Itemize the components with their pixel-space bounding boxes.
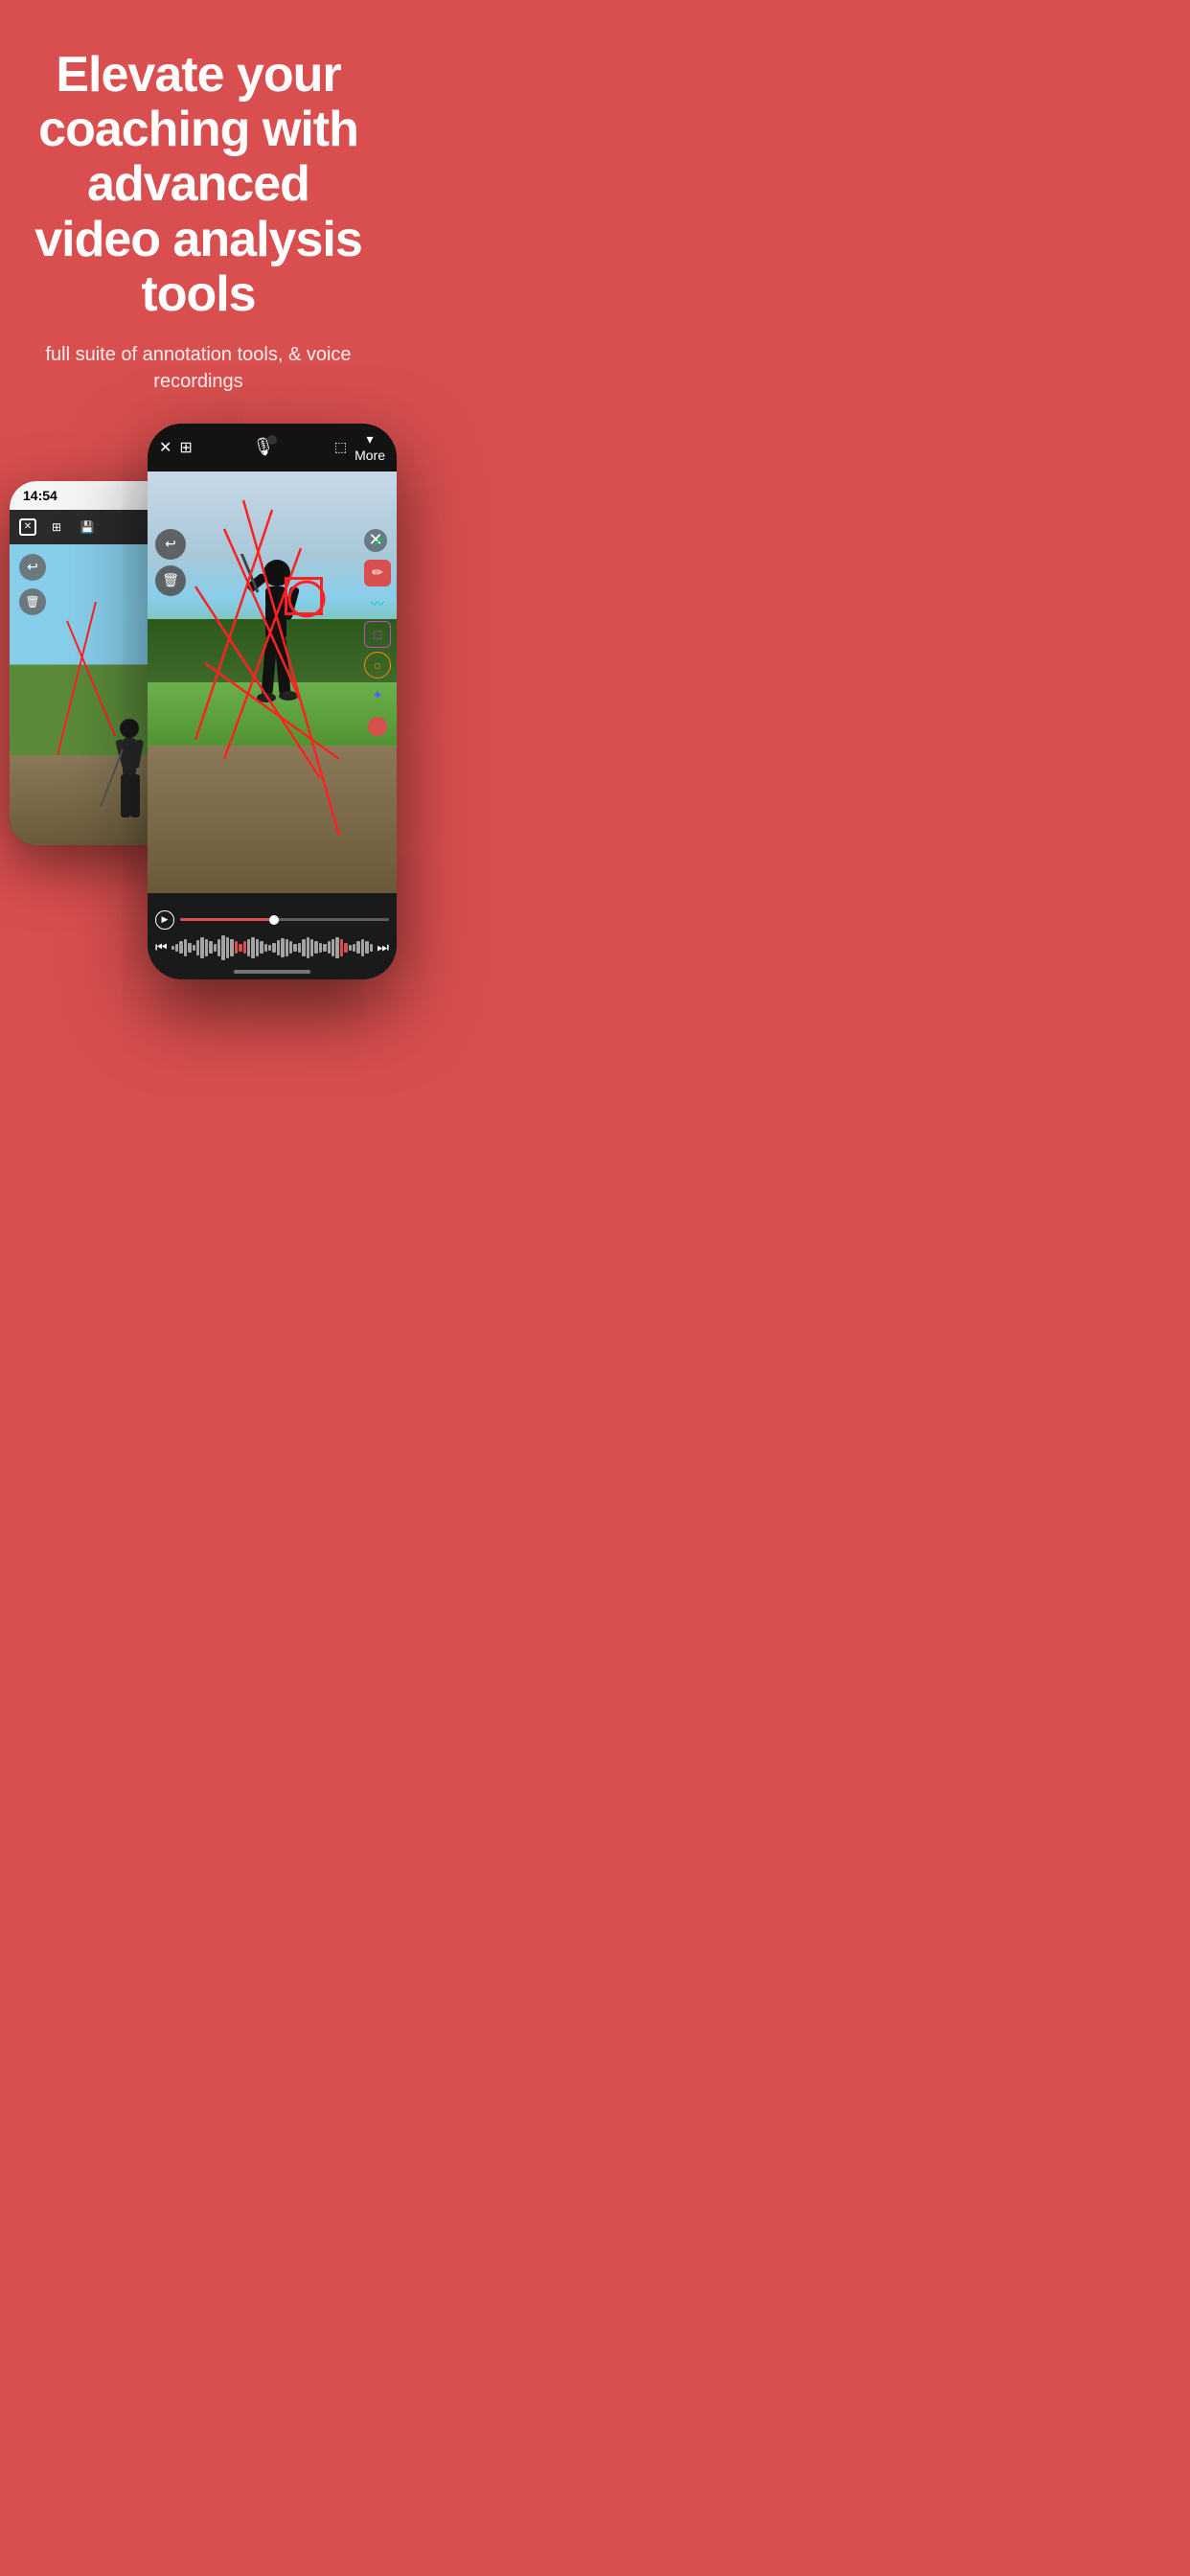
back-undo-button[interactable]: ↩ bbox=[19, 554, 46, 581]
waveform-bar bbox=[251, 937, 254, 958]
waveform-bar bbox=[353, 944, 355, 953]
waveform-bar bbox=[193, 945, 195, 952]
waveform-bar bbox=[268, 945, 271, 952]
waveform[interactable] bbox=[172, 933, 374, 962]
waveform-bar bbox=[286, 939, 288, 955]
record-button[interactable] bbox=[368, 717, 387, 736]
back-status-time: 14:54 bbox=[23, 488, 57, 503]
front-video-area: ✕ ↩ 🗑 ↗ ✏ 〰 □ ○ ✦ bbox=[148, 472, 397, 893]
waveform-bar bbox=[239, 944, 241, 953]
home-indicator bbox=[234, 970, 310, 974]
waveform-bar bbox=[205, 939, 208, 955]
waveform-bar bbox=[172, 946, 174, 950]
back-grid-icon[interactable]: ⊞ bbox=[46, 517, 67, 538]
front-undo-button[interactable]: ↩ bbox=[155, 529, 186, 560]
waveform-bar bbox=[214, 944, 217, 953]
waveform-bar bbox=[235, 941, 238, 954]
waveform-bar bbox=[281, 938, 284, 957]
waveform-bar bbox=[356, 941, 359, 954]
head-circle-annotation bbox=[285, 577, 323, 615]
waveform-bar bbox=[365, 941, 368, 954]
arrow-tool-button[interactable]: ↗ bbox=[364, 529, 391, 556]
back-close-icon[interactable]: ✕ bbox=[19, 518, 36, 536]
right-tool-panel: ↗ ✏ 〰 □ ○ ✦ bbox=[364, 529, 391, 740]
waveform-bar bbox=[361, 939, 364, 955]
waveform-bar bbox=[175, 944, 178, 953]
waveform-bar bbox=[188, 943, 191, 954]
waveform-bar bbox=[370, 944, 373, 953]
waveform-bar bbox=[307, 937, 309, 958]
move-tool-button[interactable]: ✦ bbox=[364, 682, 391, 709]
skip-fwd-button[interactable]: ⏭ bbox=[377, 939, 389, 955]
front-camera-icon[interactable]: ⬚ bbox=[334, 439, 347, 455]
waveform-bar bbox=[349, 945, 352, 952]
waveform-bar bbox=[230, 939, 233, 955]
skip-back-button[interactable]: ⏮ bbox=[155, 939, 168, 955]
waveform-bar bbox=[196, 940, 199, 954]
waveform-bar bbox=[332, 939, 334, 955]
more-button[interactable]: ▾ More bbox=[355, 431, 385, 464]
waveform-row: ⏮ ⏭ bbox=[155, 933, 389, 962]
progress-bar[interactable] bbox=[180, 918, 389, 921]
waveform-bar bbox=[260, 941, 263, 954]
waveform-bar bbox=[293, 944, 296, 953]
waveform-bar bbox=[243, 941, 246, 954]
waveform-bar bbox=[179, 941, 182, 954]
front-delete-button[interactable]: 🗑 bbox=[155, 565, 186, 596]
main-headline: Elevate your coaching with advanced vide… bbox=[29, 48, 368, 322]
waveform-bar bbox=[328, 941, 331, 954]
waveform-bar bbox=[226, 937, 229, 958]
left-tool-panel: ↩ 🗑 bbox=[155, 529, 186, 596]
back-save-icon[interactable]: 💾 bbox=[77, 517, 98, 538]
waveform-bar bbox=[256, 939, 259, 955]
waveform-bar bbox=[340, 939, 343, 955]
waveform-bar bbox=[289, 941, 292, 954]
front-grid-icon[interactable]: ⊞ bbox=[179, 438, 192, 457]
hero-section: Elevate your coaching with advanced vide… bbox=[0, 0, 397, 424]
waveform-bar bbox=[277, 940, 280, 954]
waveform-bar bbox=[335, 937, 338, 958]
front-camera-notch bbox=[267, 435, 277, 445]
waveform-bar bbox=[264, 944, 267, 953]
waveform-bar bbox=[344, 943, 347, 954]
progress-thumb[interactable] bbox=[269, 915, 279, 925]
wave-tool-button[interactable]: 〰 bbox=[364, 590, 391, 617]
waveform-bar bbox=[247, 939, 250, 955]
waveform-bar bbox=[209, 941, 212, 954]
front-toolbar: ✕ ⊞ 🎙 ⬚ ▾ More bbox=[148, 424, 397, 472]
phones-container: 14:54 ✕ ⊞ 💾 bbox=[0, 424, 397, 1018]
waveform-bar bbox=[200, 937, 203, 958]
front-close-icon[interactable]: ✕ bbox=[159, 438, 172, 457]
back-delete-button[interactable]: 🗑 bbox=[19, 588, 46, 615]
waveform-bar bbox=[310, 939, 313, 955]
rect-tool-button[interactable]: □ bbox=[364, 621, 391, 648]
front-playback-controls: ▶ ⏮ ⏭ bbox=[148, 893, 397, 979]
waveform-bar bbox=[323, 944, 326, 953]
phone-front: ✕ ⊞ 🎙 ⬚ ▾ More bbox=[148, 424, 397, 979]
progress-row: ▶ bbox=[155, 910, 389, 930]
waveform-bar bbox=[272, 943, 275, 954]
waveform-bar bbox=[298, 943, 301, 954]
pen-tool-button[interactable]: ✏ bbox=[364, 560, 391, 586]
waveform-bar bbox=[319, 943, 322, 954]
waveform-bar bbox=[217, 939, 220, 955]
waveform-bar bbox=[184, 939, 187, 955]
waveform-bar bbox=[221, 935, 224, 960]
circle-tool-button[interactable]: ○ bbox=[364, 652, 391, 678]
play-button[interactable]: ▶ bbox=[155, 910, 174, 930]
sub-headline: full suite of annotation tools, & voice … bbox=[29, 341, 368, 395]
progress-fill bbox=[180, 918, 274, 921]
waveform-bar bbox=[314, 941, 317, 954]
waveform-bar bbox=[302, 939, 305, 955]
